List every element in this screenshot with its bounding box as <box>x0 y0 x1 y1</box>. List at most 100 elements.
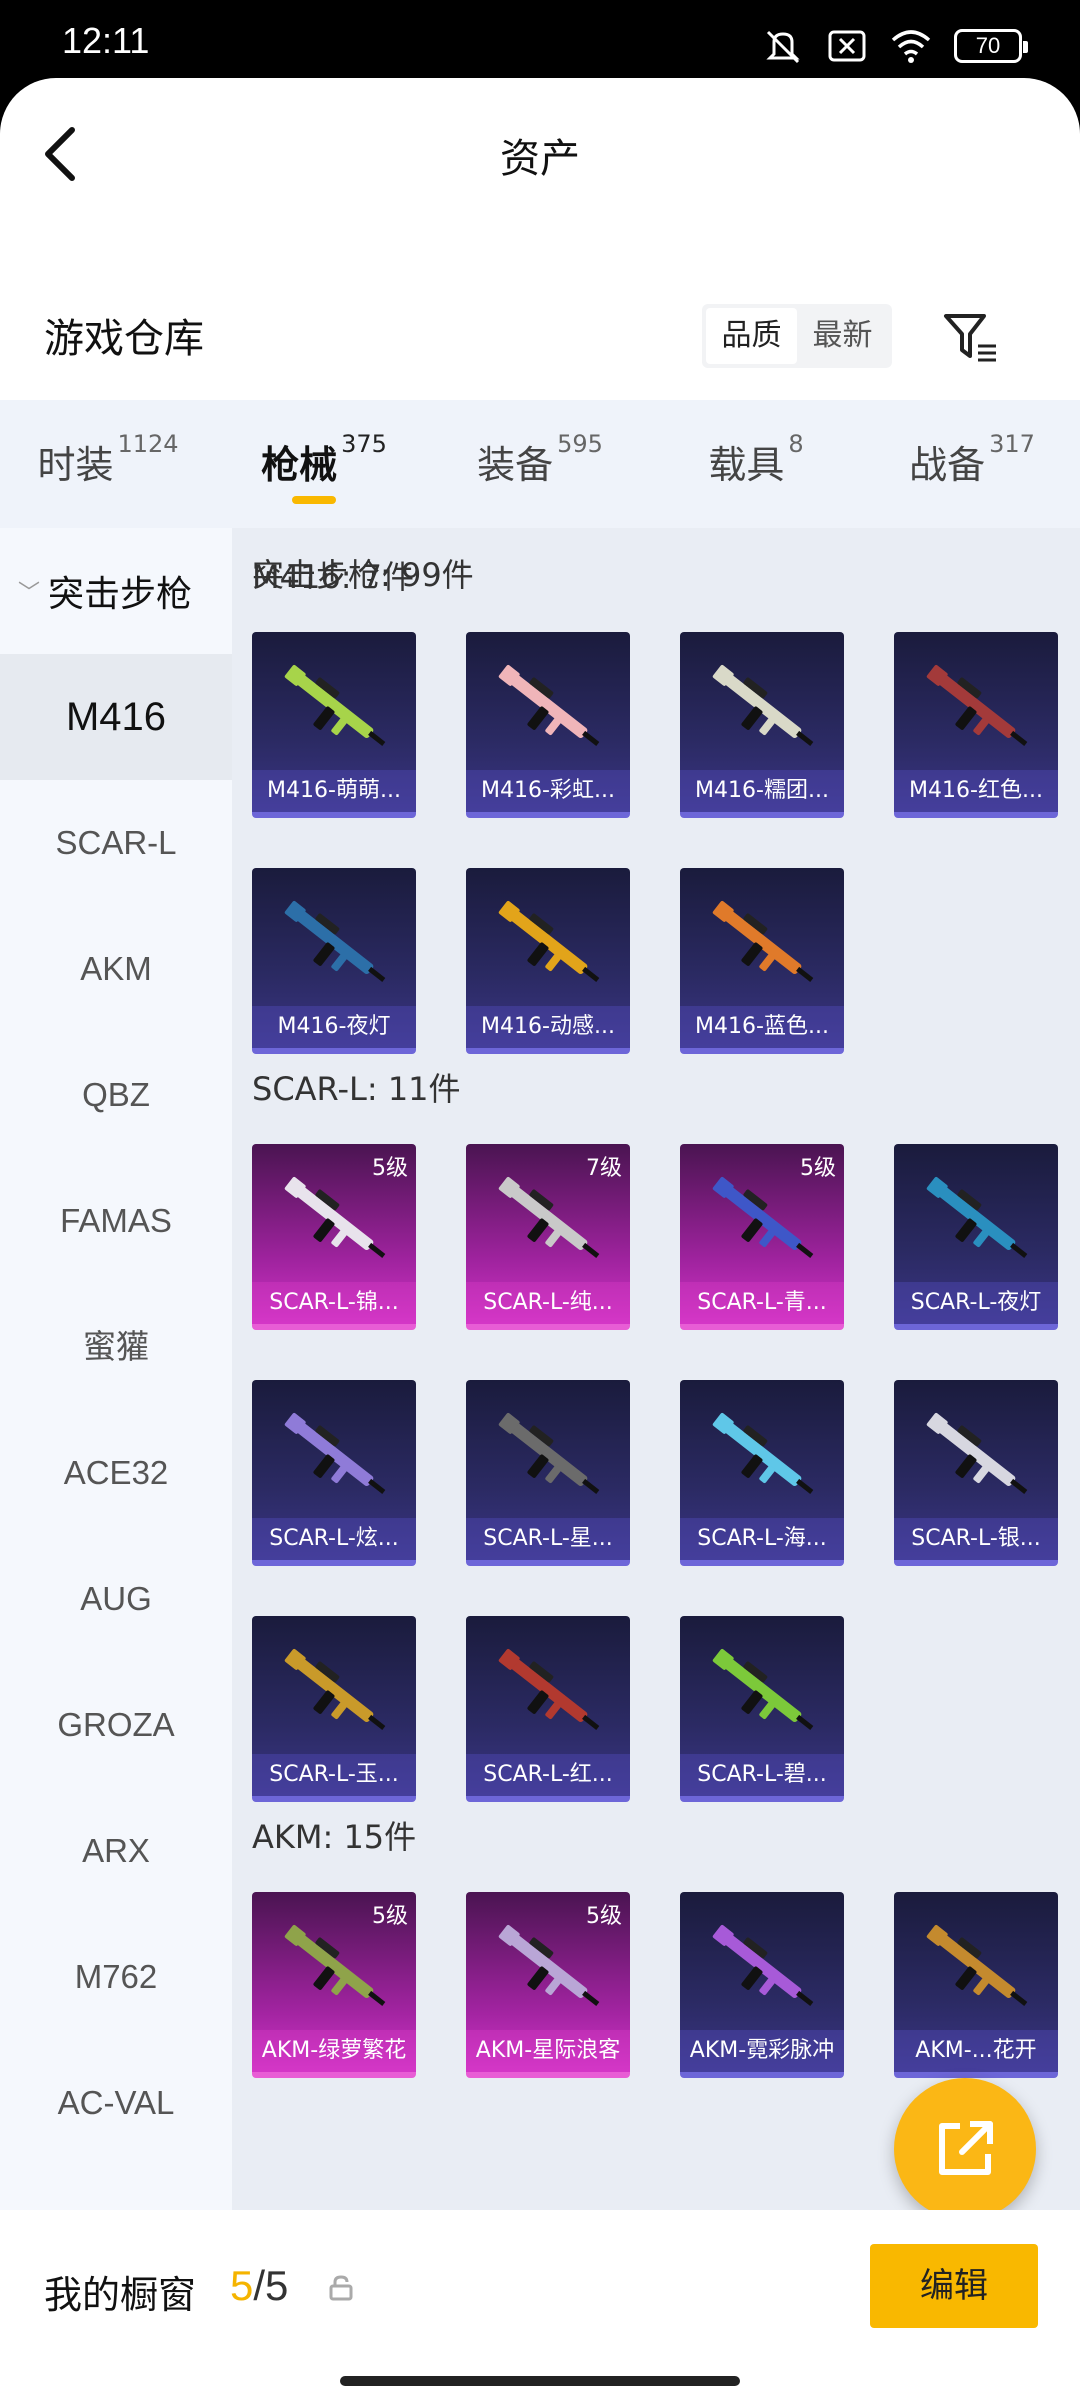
weapon-skin-card[interactable]: SCAR-L-银... <box>894 1380 1058 1566</box>
nav-bar: 资产 <box>0 78 1080 228</box>
showcase-title: 我的橱窗 <box>44 2273 197 2317</box>
weapon-skin-name: M416-彩虹... <box>466 770 630 812</box>
page-title: 资产 <box>500 136 580 182</box>
weapon-skin-card[interactable]: SCAR-L-碧... <box>680 1616 844 1802</box>
weapon-type-sidebar: ﹀ 突击步枪 M416 SCAR-L AKM QBZ FAMAS 蜜獾 ACE3… <box>0 528 232 2288</box>
weapon-skin-card[interactable]: SCAR-L-夜灯 <box>894 1144 1058 1330</box>
sort-toggle: 品质 最新 <box>702 304 892 368</box>
weapon-skin-name: M416-糯团... <box>680 770 844 812</box>
sidebar-item-m416[interactable]: M416 <box>0 654 232 780</box>
filter-icon[interactable] <box>940 308 1000 368</box>
weapon-image <box>284 901 386 982</box>
weapon-skin-card[interactable]: 5级 AKM-绿萝繁花 <box>252 1892 416 2078</box>
weapon-skin-card[interactable]: M416-夜灯 <box>252 868 416 1054</box>
weapon-image <box>284 1649 386 1730</box>
sidebar-item-aug[interactable]: AUG <box>0 1536 232 1662</box>
sidebar-item-groza[interactable]: GROZA <box>0 1662 232 1788</box>
weapon-skin-card[interactable]: 5级 SCAR-L-青... <box>680 1144 844 1330</box>
weapon-image <box>284 1413 386 1494</box>
weapon-skin-name: SCAR-L-红... <box>466 1754 630 1796</box>
weapon-skin-name: SCAR-L-海... <box>680 1518 844 1560</box>
tab-count: 595 <box>557 430 603 458</box>
group-title: SCAR-L: 11件 <box>252 1070 461 1108</box>
weapon-skin-card[interactable]: SCAR-L-玉... <box>252 1616 416 1802</box>
weapon-skin-name: SCAR-L-玉... <box>252 1754 416 1796</box>
sidebar-item-m762[interactable]: M762 <box>0 1914 232 2040</box>
share-fab-button[interactable] <box>894 2078 1036 2220</box>
weapon-skin-name: AKM-绿萝繁花 <box>252 2030 416 2072</box>
weapon-image <box>284 665 386 746</box>
weapon-image <box>712 665 814 746</box>
sidebar-item-famas[interactable]: FAMAS <box>0 1158 232 1284</box>
status-time: 12:11 <box>62 20 150 61</box>
sidebar-item-akm[interactable]: AKM <box>0 906 232 1032</box>
weapon-skin-card[interactable]: 5级 SCAR-L-锦... <box>252 1144 416 1330</box>
weapon-skin-name: M416-动感... <box>466 1006 630 1048</box>
category-tabs: 时装 1124 枪械 375 装备 595 载具 8 战备 317 <box>0 400 1080 528</box>
sidebar-item-qbz[interactable]: QBZ <box>0 1032 232 1158</box>
showcase-total: 5 <box>265 2262 289 2309</box>
warehouse-title: 游戏仓库 <box>44 316 204 362</box>
weapon-skin-card[interactable]: SCAR-L-海... <box>680 1380 844 1566</box>
weapon-image <box>712 1649 814 1730</box>
weapon-skin-name: SCAR-L-炫... <box>252 1518 416 1560</box>
tab-label: 装备 <box>477 443 554 487</box>
weapon-skin-name: SCAR-L-星... <box>466 1518 630 1560</box>
weapon-skin-card[interactable]: M416-糯团... <box>680 632 844 818</box>
weapon-image <box>712 901 814 982</box>
tab-weapons[interactable]: 枪械 375 <box>216 400 432 528</box>
weapon-skin-card[interactable]: SCAR-L-炫... <box>252 1380 416 1566</box>
tab-label: 载具 <box>708 443 785 487</box>
weapon-skin-card[interactable]: M416-蓝色... <box>680 868 844 1054</box>
weapon-skin-card[interactable]: SCAR-L-红... <box>466 1616 630 1802</box>
weapon-image <box>498 1413 600 1494</box>
weapon-skin-name: M416-萌萌... <box>252 770 416 812</box>
status-icons: 70 <box>762 28 1028 64</box>
weapon-skin-card[interactable]: 5级 AKM-星际浪客 <box>466 1892 630 2078</box>
weapon-skin-card[interactable]: AKM-霓彩脉冲 <box>680 1892 844 2078</box>
level-badge: 5级 <box>372 1156 408 1181</box>
external-link-icon <box>939 2121 993 2175</box>
weapon-skin-card[interactable]: SCAR-L-星... <box>466 1380 630 1566</box>
weapon-skin-list: 突击步枪: 99件 M416: 7件 M416-萌萌... M416-彩虹... M4… <box>232 528 1080 2288</box>
weapon-image <box>926 1413 1028 1494</box>
sidebar-item-ace32[interactable]: ACE32 <box>0 1410 232 1536</box>
tab-supplies[interactable]: 战备 317 <box>864 400 1080 528</box>
sort-latest-button[interactable]: 最新 <box>797 308 888 364</box>
sort-quality-button[interactable]: 品质 <box>706 308 797 364</box>
sidebar-group-assault-rifle[interactable]: ﹀ 突击步枪 <box>0 528 232 654</box>
weapon-skin-card[interactable]: M416-红色... <box>894 632 1058 818</box>
tab-equipment[interactable]: 装备 595 <box>432 400 648 528</box>
weapon-image <box>498 901 600 982</box>
sidebar-item-scar-l[interactable]: SCAR-L <box>0 780 232 906</box>
level-badge: 5级 <box>800 1156 836 1181</box>
weapon-skin-card[interactable]: 7级 SCAR-L-纯... <box>466 1144 630 1330</box>
tab-fashion[interactable]: 时装 1124 <box>0 400 216 528</box>
sidebar-item-honey-badger[interactable]: 蜜獾 <box>0 1284 232 1410</box>
weapon-image <box>498 665 600 746</box>
weapon-image <box>926 665 1028 746</box>
tab-label: 枪械 <box>261 443 338 487</box>
tab-vehicles[interactable]: 载具 8 <box>648 400 864 528</box>
wifi-icon <box>891 30 931 63</box>
home-indicator <box>340 2376 740 2386</box>
weapon-image <box>926 1925 1028 2006</box>
weapon-skin-card[interactable]: M416-彩虹... <box>466 632 630 818</box>
group-title: AKM: 15件 <box>252 1818 417 1856</box>
weapon-skin-name: SCAR-L-银... <box>894 1518 1058 1560</box>
sidebar-item-ac-val[interactable]: AC-VAL <box>0 2040 232 2166</box>
showcase-current: 5 <box>230 2262 254 2309</box>
weapon-image <box>712 1413 814 1494</box>
no-sim-icon <box>828 30 866 62</box>
weapon-skin-card[interactable]: M416-萌萌... <box>252 632 416 818</box>
sidebar-item-arx[interactable]: ARX <box>0 1788 232 1914</box>
edit-button[interactable]: 编辑 <box>870 2244 1038 2328</box>
weapon-image <box>498 1649 600 1730</box>
chevron-down-icon: ﹀ <box>18 581 41 606</box>
weapon-skin-card[interactable]: M416-动感... <box>466 868 630 1054</box>
mute-icon <box>766 30 800 64</box>
weapon-skin-name: SCAR-L-锦... <box>252 1282 416 1324</box>
weapon-skin-name: M416-蓝色... <box>680 1006 844 1048</box>
weapon-skin-card[interactable]: AKM-...花开 <box>894 1892 1058 2078</box>
lock-icon <box>329 2275 353 2301</box>
